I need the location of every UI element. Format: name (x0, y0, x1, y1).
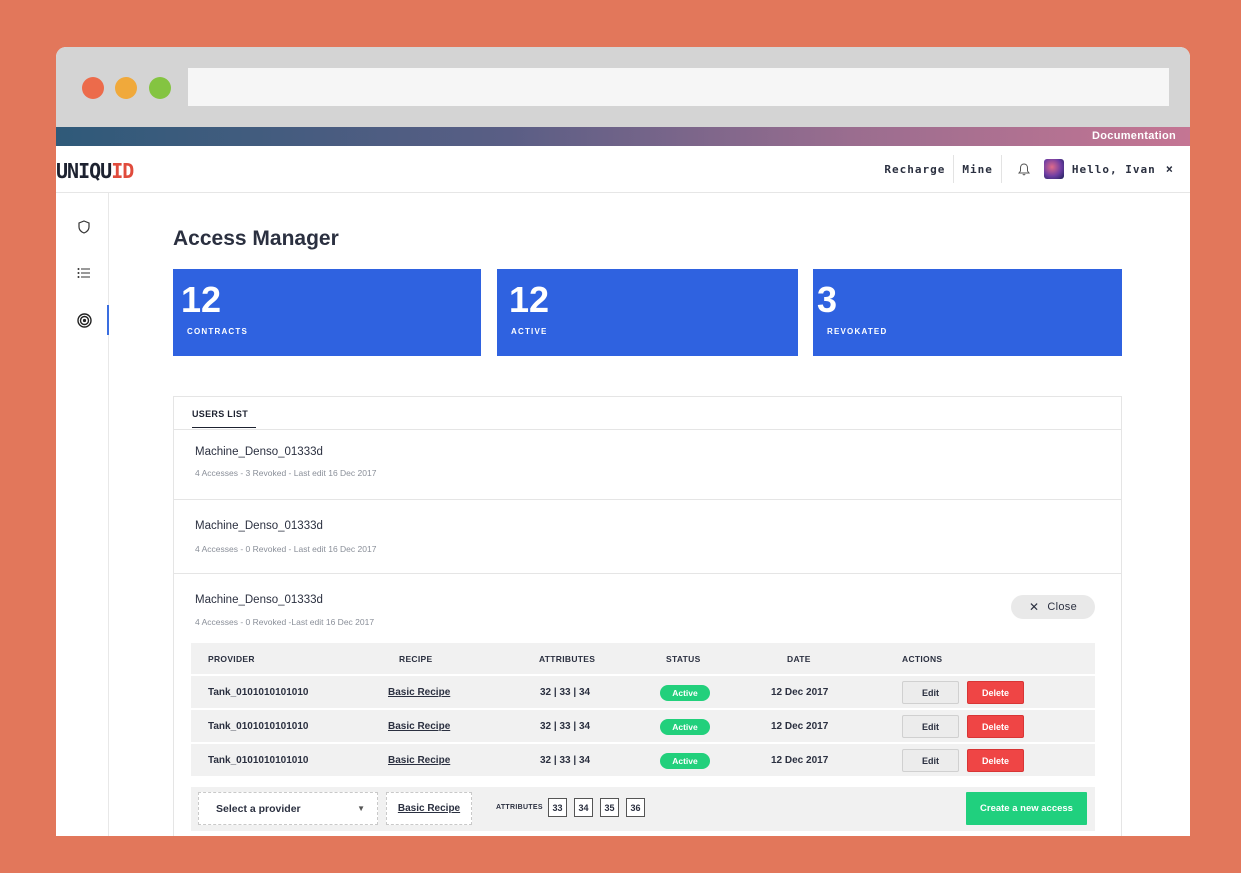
logo-accent: ID (111, 159, 134, 183)
window-close-dot[interactable] (82, 77, 104, 99)
sidebar-active-indicator (107, 305, 109, 335)
shield-icon[interactable] (76, 219, 92, 235)
column-header-attributes: ATTRIBUTES (539, 654, 596, 664)
status-badge: Active (660, 753, 710, 769)
stat-card-revokated: 3 REVOKATED (813, 269, 1122, 356)
stat-value: 12 (509, 279, 550, 320)
cell-recipe-link[interactable]: Basic Recipe (388, 755, 450, 766)
top-nav: Recharge Mine Hello, Ivan × (876, 146, 1174, 192)
recharge-link[interactable]: Recharge (876, 155, 953, 183)
attributes-label: ATTRIBUTES (496, 804, 543, 811)
attribute-chip[interactable]: 33 (548, 798, 567, 817)
status-badge: Active (660, 719, 710, 735)
stat-label: CONTRACTS (187, 327, 249, 336)
cell-provider: Tank_0101010101010 (208, 687, 309, 698)
edit-button[interactable]: Edit (902, 749, 959, 772)
cell-date: 12 Dec 2017 (771, 687, 829, 698)
mine-link[interactable]: Mine (954, 155, 1001, 183)
provider-select[interactable]: Select a provider ▼ (198, 792, 378, 825)
browser-window: Documentation UNIQUID Recharge Mine Hell… (56, 47, 1190, 836)
column-header-recipe: RECIPE (399, 654, 433, 664)
sidebar (56, 193, 109, 836)
status-badge: Active (660, 685, 710, 701)
column-header-status: STATUS (666, 654, 701, 664)
user-greeting[interactable]: Hello, Ivan (1072, 163, 1156, 176)
cell-attributes: 32 | 33 | 34 (540, 687, 591, 698)
stat-label: ACTIVE (511, 327, 548, 336)
bell-icon[interactable] (1016, 161, 1032, 177)
table-row: Tank_0101010101010 Basic Recipe 32 | 33 … (191, 708, 1095, 742)
stat-value: 3 (817, 279, 838, 320)
create-access-bar: Select a provider ▼ Basic Recipe ATTRIBU… (191, 787, 1095, 831)
users-list-panel: USERS LIST Machine_Denso_01333d 4 Access… (173, 396, 1122, 836)
stat-value: 12 (181, 279, 222, 320)
avatar[interactable] (1043, 159, 1064, 179)
attribute-chip[interactable]: 35 (600, 798, 619, 817)
cell-attributes: 32 | 33 | 34 (540, 755, 591, 766)
delete-button[interactable]: Delete (967, 681, 1024, 704)
app-header: UNIQUID Recharge Mine Hello, Ivan × (56, 146, 1190, 193)
window-minimize-dot[interactable] (115, 77, 137, 99)
logo[interactable]: UNIQUID (56, 159, 134, 183)
close-icon[interactable]: × (1166, 162, 1174, 176)
delete-button[interactable]: Delete (967, 749, 1024, 772)
logo-main: UNIQU (56, 159, 112, 183)
create-access-button[interactable]: Create a new access (966, 792, 1087, 825)
user-name: Machine_Denso_01333d (195, 446, 323, 458)
attribute-chip[interactable]: 36 (626, 798, 645, 817)
top-banner: Documentation (56, 127, 1190, 146)
cell-provider: Tank_0101010101010 (208, 755, 309, 766)
access-table: PROVIDER RECIPE ATTRIBUTES STATUS DATE A… (191, 643, 1095, 776)
nav-divider (1000, 155, 1002, 183)
close-button[interactable]: ✕ Close (1011, 595, 1095, 619)
column-header-actions: ACTIONS (902, 654, 943, 664)
column-header-date: DATE (787, 654, 811, 664)
user-name: Machine_Denso_01333d (195, 594, 323, 606)
user-meta: 4 Accesses - 3 Revoked - Last edit 16 De… (195, 468, 377, 478)
cell-attributes: 32 | 33 | 34 (540, 721, 591, 732)
table-row: Tank_0101010101010 Basic Recipe 32 | 33 … (191, 742, 1095, 776)
recipe-selector[interactable]: Basic Recipe (386, 792, 472, 825)
user-meta: 4 Accesses - 0 Revoked -Last edit 16 Dec… (195, 617, 375, 627)
user-row[interactable]: Machine_Denso_01333d 4 Accesses - 3 Revo… (174, 430, 1121, 500)
stat-label: REVOKATED (827, 327, 888, 336)
table-header: PROVIDER RECIPE ATTRIBUTES STATUS DATE A… (191, 643, 1095, 674)
page-title: Access Manager (173, 227, 339, 250)
delete-button[interactable]: Delete (967, 715, 1024, 738)
close-icon: ✕ (1029, 600, 1040, 614)
address-bar[interactable] (188, 68, 1169, 106)
user-meta: 4 Accesses - 0 Revoked - Last edit 16 De… (195, 544, 377, 554)
tab-users-list[interactable]: USERS LIST (192, 409, 256, 428)
user-row[interactable]: Machine_Denso_01333d 4 Accesses - 0 Revo… (174, 500, 1121, 574)
browser-chrome (56, 47, 1190, 127)
user-name: Machine_Denso_01333d (195, 520, 323, 532)
cell-date: 12 Dec 2017 (771, 721, 829, 732)
window-maximize-dot[interactable] (149, 77, 171, 99)
documentation-link[interactable]: Documentation (1092, 130, 1176, 142)
close-button-label: Close (1047, 601, 1077, 613)
provider-select-placeholder: Select a provider (216, 802, 301, 815)
target-icon[interactable] (76, 312, 92, 328)
caret-down-icon: ▼ (357, 804, 365, 813)
cell-date: 12 Dec 2017 (771, 755, 829, 766)
table-row: Tank_0101010101010 Basic Recipe 32 | 33 … (191, 674, 1095, 708)
cell-recipe-link[interactable]: Basic Recipe (388, 687, 450, 698)
attribute-chip[interactable]: 34 (574, 798, 593, 817)
column-header-provider: PROVIDER (208, 654, 255, 664)
main-content: Access Manager 12 CONTRACTS 12 ACTIVE 3 … (173, 193, 1190, 836)
list-icon[interactable] (76, 265, 92, 281)
cell-provider: Tank_0101010101010 (208, 721, 309, 732)
edit-button[interactable]: Edit (902, 681, 959, 704)
edit-button[interactable]: Edit (902, 715, 959, 738)
stat-card-active: 12 ACTIVE (497, 269, 798, 356)
cell-recipe-link[interactable]: Basic Recipe (388, 721, 450, 732)
stat-card-contracts: 12 CONTRACTS (173, 269, 481, 356)
